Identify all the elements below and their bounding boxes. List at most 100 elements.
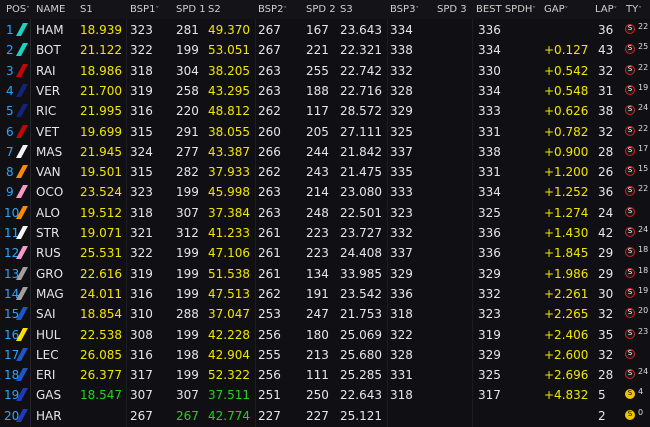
spd2-value: 221 xyxy=(306,43,329,58)
bsp2-value: 260 xyxy=(258,124,281,139)
driver-name: VER xyxy=(36,83,61,98)
table-row[interactable]: 20 HAR 267 267 42.774 227 227 25.121 2 S 0 xyxy=(0,406,650,426)
gap-value: +1.430 xyxy=(544,226,589,240)
table-row[interactable]: 2 BOT 21.122 322 199 53.051 267 221 22.321 338 334… xyxy=(0,40,650,60)
sector3-time: 21.753 xyxy=(340,307,382,322)
spd1-value: 199 xyxy=(176,43,199,58)
sector3-time: 24.408 xyxy=(340,246,382,261)
header-bsp2[interactable]: BSP2ˇ xyxy=(258,4,287,15)
tyre-compound-icon: S xyxy=(625,105,635,116)
tyre-age: 25 xyxy=(638,42,649,52)
table-row[interactable]: 14 MAG 24.011 316 199 47.513 262 191 23.542 336 33… xyxy=(0,284,650,304)
spd1-value: 307 xyxy=(176,205,199,220)
table-row[interactable]: 6 VET 19.699 315 291 38.055 260 205 27.111 325 331… xyxy=(0,122,650,142)
best-speed-value: 336 xyxy=(478,23,501,37)
best-speed-value: 336 xyxy=(478,246,501,261)
tyre-compound-icon: S xyxy=(625,24,635,34)
header-name[interactable]: NAME xyxy=(36,4,65,15)
table-row[interactable]: 17 LEC 26.085 316 198 42.904 255 213 25.680 328 32… xyxy=(0,345,650,365)
spd1-value: 282 xyxy=(176,165,199,180)
table-row[interactable]: 15 SAI 18.854 310 288 37.047 253 247 21.753 318 32… xyxy=(0,304,650,324)
table-row[interactable]: 4 VER 21.700 319 258 43.295 263 188 22.716 328 334… xyxy=(0,81,650,101)
tyre-age: 24 xyxy=(638,103,649,113)
bsp2-value: 255 xyxy=(258,347,281,362)
bsp3-value: 337 xyxy=(390,246,413,261)
team-color-stripe xyxy=(16,347,28,361)
bsp1-value: 307 xyxy=(130,388,153,403)
driver-name: HUL xyxy=(36,327,61,342)
bsp3-value: 329 xyxy=(390,266,413,281)
header-spd3[interactable]: SPD 3 xyxy=(437,4,467,15)
sector2-time: 49.370 xyxy=(208,23,250,37)
best-speed-value: 331 xyxy=(478,165,501,180)
table-row[interactable]: 18 ERI 26.377 317 199 52.322 256 111 25.285 331 32… xyxy=(0,365,650,385)
best-speed-value: 334 xyxy=(478,185,501,200)
bsp2-value: 263 xyxy=(258,83,281,98)
tyre-compound-icon: S xyxy=(625,206,635,217)
tyre-age: 20 xyxy=(638,306,649,316)
sector2-time: 52.322 xyxy=(208,368,250,383)
tyre-compound-icon: S xyxy=(625,125,635,136)
header-spd2[interactable]: SPD 2 xyxy=(306,4,336,15)
tyre-compound-icon: S xyxy=(625,409,635,420)
bsp2-value: 261 xyxy=(258,266,281,281)
lap-count: 2 xyxy=(598,408,606,423)
bsp1-value: 324 xyxy=(130,144,153,159)
chevron-down-icon: ˇ xyxy=(155,6,159,14)
header-pos[interactable]: POSˇ xyxy=(6,4,30,15)
gap-value: +4.832 xyxy=(544,388,589,403)
table-row[interactable]: 8 VAN 19.501 315 282 37.933 262 243 21.475 335 331… xyxy=(0,162,650,182)
header-bsp1[interactable]: BSP1ˇ xyxy=(130,4,159,15)
spd1-value: 304 xyxy=(176,63,199,78)
header-lap[interactable]: LAPˇ xyxy=(595,4,617,15)
spd1-value: 199 xyxy=(176,266,199,281)
bsp2-value: 261 xyxy=(258,226,281,240)
tyre-compound-icon: S xyxy=(625,64,635,75)
table-row[interactable]: 5 RIC 21.995 316 220 48.812 262 117 28.572 329 333… xyxy=(0,101,650,121)
table-row[interactable]: 12 RUS 25.531 322 199 47.106 261 223 24.408 337 33… xyxy=(0,243,650,263)
bsp3-value: 335 xyxy=(390,165,413,180)
lap-count: 32 xyxy=(598,347,614,362)
table-row[interactable]: 1 HAM 18.939 323 281 49.370 267 167 23.643 334 336… xyxy=(0,20,650,40)
table-row[interactable]: 19 GAS 18.547 307 307 37.511 251 250 22.643 318 31… xyxy=(0,385,650,405)
tyre-compound-icon: S xyxy=(625,166,635,177)
header-bsp3[interactable]: BSP3ˇ xyxy=(390,4,419,15)
header-gap[interactable]: GAPˇ xyxy=(544,4,568,15)
driver-name: RUS xyxy=(36,246,61,261)
sector1-time: 26.377 xyxy=(80,368,122,383)
gap-value: +1.845 xyxy=(544,246,589,261)
header-s3[interactable]: S3 xyxy=(340,4,353,15)
header-s2[interactable]: S2 xyxy=(208,4,221,15)
spd2-value: 250 xyxy=(306,388,329,403)
spd2-value: 205 xyxy=(306,124,329,139)
table-row[interactable]: 10 ALO 19.512 318 307 37.384 263 248 22.501 323 32… xyxy=(0,203,650,223)
lap-count: 32 xyxy=(598,307,614,322)
team-color-stripe xyxy=(16,23,28,36)
spd2-value: 191 xyxy=(306,286,329,301)
sector3-time: 25.285 xyxy=(340,368,382,383)
table-row[interactable]: 9 OCO 23.524 323 199 45.998 263 214 23.080 333 334… xyxy=(0,182,650,202)
position-number: 9 xyxy=(6,185,14,200)
lap-count: 29 xyxy=(598,266,614,281)
spd2-value: 117 xyxy=(306,104,329,119)
header-spd1[interactable]: SPD 1 xyxy=(176,4,206,15)
bsp1-value: 319 xyxy=(130,83,153,98)
table-row[interactable]: 16 HUL 22.538 308 199 42.228 256 180 25.069 322 31… xyxy=(0,325,650,345)
table-row[interactable]: 3 RAI 18.986 318 304 38.205 263 255 22.742 332 330… xyxy=(0,61,650,81)
tyre-compound-icon: S xyxy=(625,44,635,55)
spd2-value: 227 xyxy=(306,408,329,423)
table-row[interactable]: 7 MAS 21.945 324 277 43.387 266 244 21.842 337 338… xyxy=(0,142,650,162)
header-best-spdh[interactable]: BEST SPDHˇ xyxy=(476,4,536,15)
header-tyre[interactable]: TYˇ xyxy=(626,4,642,15)
chevron-down-icon: ˇ xyxy=(532,6,536,14)
bsp3-value: 323 xyxy=(390,205,413,220)
team-color-stripe xyxy=(16,144,28,158)
team-color-stripe xyxy=(16,327,28,341)
driver-name: VET xyxy=(36,124,60,139)
tyre-compound-icon: S xyxy=(625,186,635,197)
spd1-value: 307 xyxy=(176,388,199,403)
table-row[interactable]: 11 STR 19.071 321 312 41.233 261 223 23.727 332 33… xyxy=(0,223,650,243)
table-row[interactable]: 13 GRO 22.616 319 199 51.538 261 134 33.985 329 32… xyxy=(0,264,650,284)
header-s1[interactable]: S1 xyxy=(80,4,93,15)
spd1-value: 267 xyxy=(176,408,199,423)
